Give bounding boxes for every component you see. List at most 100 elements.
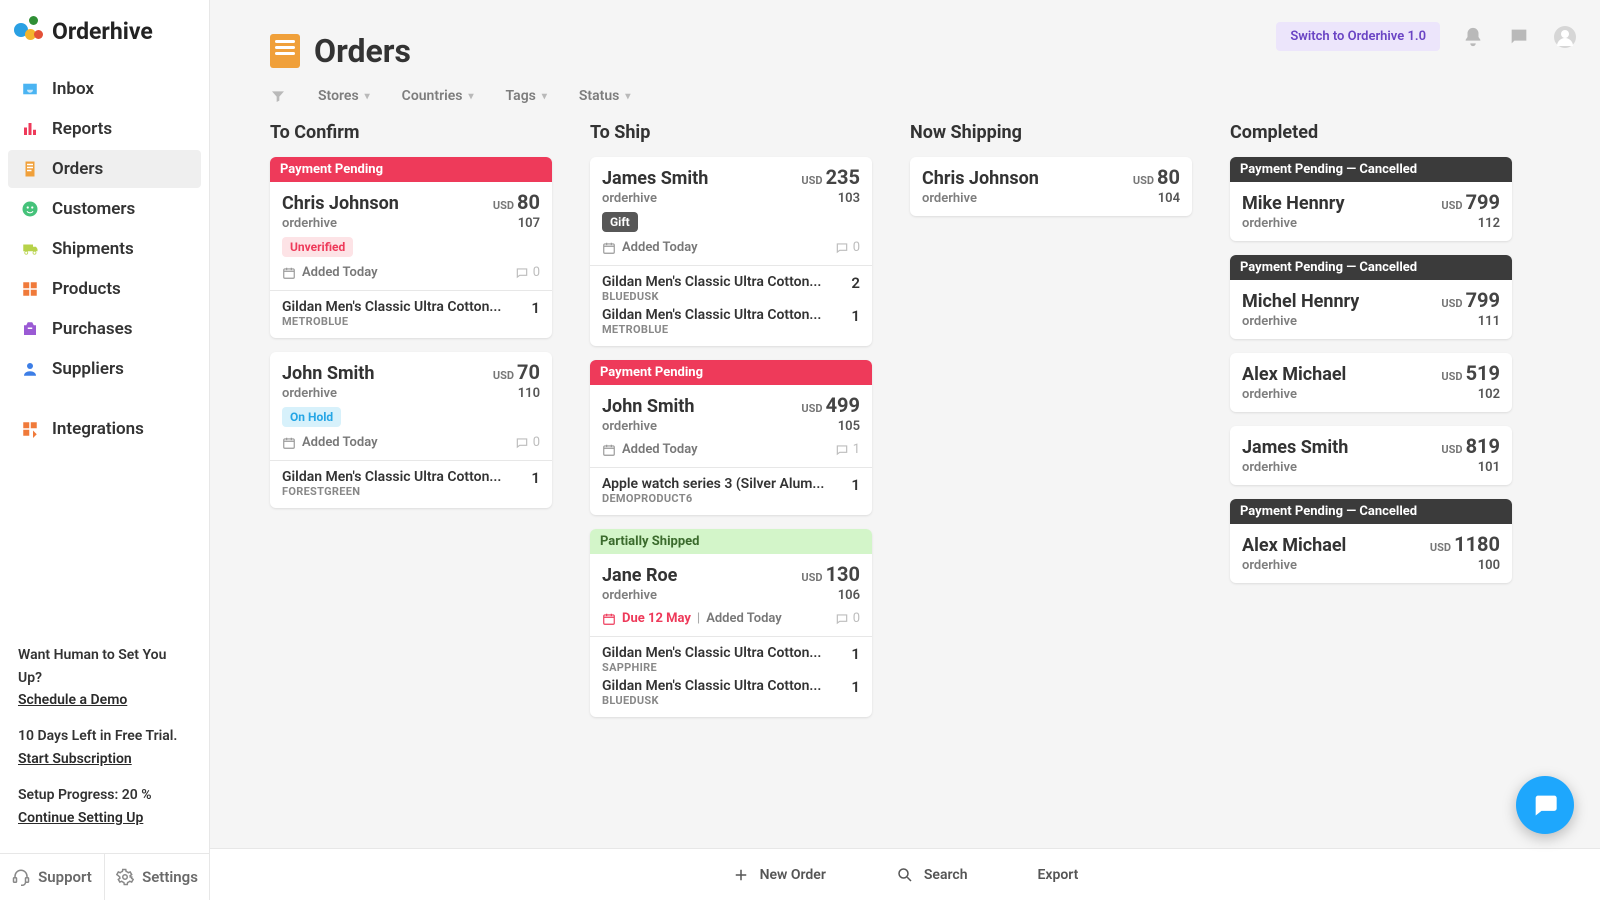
avatar-icon[interactable] — [1552, 24, 1578, 50]
order-id: 112 — [1478, 216, 1500, 231]
store-name: orderhive — [1242, 460, 1297, 475]
order-id: 103 — [838, 191, 860, 206]
column-to-confirm: To ConfirmPayment Pending Chris Johnson … — [270, 122, 552, 522]
customer-name: Mike Hennry — [1242, 193, 1345, 214]
start-subscription-link[interactable]: Start Subscription — [18, 751, 132, 767]
schedule-demo-link[interactable]: Schedule a Demo — [18, 692, 127, 708]
order-lines: Gildan Men's Classic Ultra Cotton... MET… — [270, 290, 552, 338]
calendar-icon — [602, 612, 616, 626]
help-chat-fab[interactable] — [1516, 776, 1574, 834]
order-id: 101 — [1478, 460, 1500, 475]
order-amount: USD819 — [1441, 434, 1500, 458]
product-variant: METROBLUE — [282, 315, 523, 328]
order-tag: Gift — [602, 212, 638, 232]
added-label: Added Today — [706, 611, 782, 626]
nav-reports[interactable]: Reports — [8, 110, 201, 148]
added-label: Added Today — [622, 442, 698, 457]
order-card[interactable]: Payment Pending Chris Johnson USD80 orde… — [270, 157, 552, 338]
order-card[interactable]: Payment Pending — Cancelled Alex Michael… — [1230, 499, 1512, 583]
column-title: Now Shipping — [910, 122, 1192, 143]
order-card[interactable]: Alex Michael USD519 orderhive 102 — [1230, 353, 1512, 412]
order-card[interactable]: James Smith USD235 orderhive 103 GiftAdd… — [590, 157, 872, 346]
customer-name: James Smith — [602, 168, 708, 189]
product-name: Gildan Men's Classic Ultra Cotton... — [602, 274, 843, 290]
switch-version-button[interactable]: Switch to Orderhive 1.0 — [1276, 22, 1440, 51]
order-line: Gildan Men's Classic Ultra Cotton... FOR… — [282, 469, 540, 498]
chevron-down-icon: ▾ — [365, 91, 370, 102]
nav-integrations[interactable]: Integrations — [8, 410, 201, 448]
main: Switch to Orderhive 1.0 Orders Stores ▾C… — [210, 0, 1600, 848]
order-lines: Gildan Men's Classic Ultra Cotton... BLU… — [590, 265, 872, 346]
nav-purchases[interactable]: Purchases — [8, 310, 201, 348]
customer-name: John Smith — [282, 363, 374, 384]
order-card[interactable]: John Smith USD70 orderhive 110 On HoldAd… — [270, 352, 552, 508]
column-now-shipping: Now Shipping Chris Johnson USD80 orderhi… — [910, 122, 1192, 230]
customer-name: James Smith — [1242, 437, 1348, 458]
line-qty: 1 — [851, 476, 860, 494]
order-card[interactable]: Chris Johnson USD80 orderhive 104 — [910, 157, 1192, 216]
order-amount: USD80 — [493, 190, 540, 214]
sidebar: Orderhive InboxReportsOrders Customers Shi… — [0, 0, 210, 900]
order-id: 104 — [1158, 191, 1180, 206]
line-qty: 1 — [851, 645, 860, 663]
chat-icon[interactable] — [1506, 24, 1532, 50]
order-tag: On Hold — [282, 407, 341, 427]
store-name: orderhive — [282, 216, 337, 231]
nav-label: Customers — [52, 199, 135, 219]
new-order-button[interactable]: New Order — [732, 866, 826, 884]
nav-inbox[interactable]: Inbox — [8, 70, 201, 108]
brand[interactable]: Orderhive — [0, 0, 209, 66]
continue-setup-link[interactable]: Continue Setting Up — [18, 810, 143, 826]
nav-label: Products — [52, 279, 121, 299]
export-button[interactable]: Export — [1038, 867, 1079, 883]
brand-logo-icon — [14, 16, 44, 46]
support-button[interactable]: Support — [0, 854, 105, 900]
filter-icon[interactable] — [270, 88, 286, 104]
order-id: 107 — [518, 216, 540, 231]
nav-orders[interactable]: Orders — [8, 150, 201, 188]
added-label: Added Today — [622, 240, 698, 255]
bell-icon[interactable] — [1460, 24, 1486, 50]
order-card[interactable]: Partially Shipped Jane Roe USD130 orderh… — [590, 529, 872, 717]
product-variant: DEMOPRODUCT6 — [602, 492, 843, 505]
chevron-down-icon: ▾ — [625, 91, 630, 102]
filter-tags[interactable]: Tags ▾ — [506, 88, 547, 104]
comments-count[interactable]: 1 — [835, 442, 860, 457]
filter-status[interactable]: Status ▾ — [579, 88, 631, 104]
shipments-icon — [20, 239, 40, 259]
order-card[interactable]: Payment Pending — Cancelled Mike Hennry … — [1230, 157, 1512, 241]
column-title: To Ship — [590, 122, 872, 143]
order-card[interactable]: Payment Pending — Cancelled Michel Hennr… — [1230, 255, 1512, 339]
line-qty: 1 — [531, 469, 540, 487]
nav-label: Suppliers — [52, 359, 124, 379]
product-variant: BLUEDUSK — [602, 694, 843, 707]
order-lines: Gildan Men's Classic Ultra Cotton... SAP… — [590, 636, 872, 717]
nav-customers[interactable]: Customers — [8, 190, 201, 228]
promo-setup-question: Want Human to Set You Up? — [18, 644, 191, 689]
added-label: Added Today — [302, 435, 378, 450]
brand-name: Orderhive — [52, 18, 153, 45]
nav-label: Purchases — [52, 319, 132, 339]
search-icon — [896, 866, 914, 884]
settings-button[interactable]: Settings — [105, 854, 209, 900]
comments-count[interactable]: 0 — [515, 265, 540, 280]
nav-products[interactable]: Products — [8, 270, 201, 308]
comments-count[interactable]: 0 — [835, 611, 860, 626]
store-name: orderhive — [922, 191, 977, 206]
filter-countries[interactable]: Countries ▾ — [402, 88, 474, 104]
product-name: Gildan Men's Classic Ultra Cotton... — [602, 307, 843, 323]
order-id: 105 — [838, 419, 860, 434]
filter-stores[interactable]: Stores ▾ — [318, 88, 370, 104]
calendar-icon — [602, 443, 616, 457]
order-id: 106 — [838, 588, 860, 603]
comments-count[interactable]: 0 — [835, 240, 860, 255]
order-card[interactable]: James Smith USD819 orderhive 101 — [1230, 426, 1512, 485]
column-completed: CompletedPayment Pending — Cancelled Mik… — [1230, 122, 1512, 597]
order-card[interactable]: Payment Pending John Smith USD499 orderh… — [590, 360, 872, 515]
customers-icon — [20, 199, 40, 219]
card-banner: Payment Pending — Cancelled — [1230, 255, 1512, 280]
nav-suppliers[interactable]: Suppliers — [8, 350, 201, 388]
search-button[interactable]: Search — [896, 866, 968, 884]
comments-count[interactable]: 0 — [515, 435, 540, 450]
nav-shipments[interactable]: Shipments — [8, 230, 201, 268]
